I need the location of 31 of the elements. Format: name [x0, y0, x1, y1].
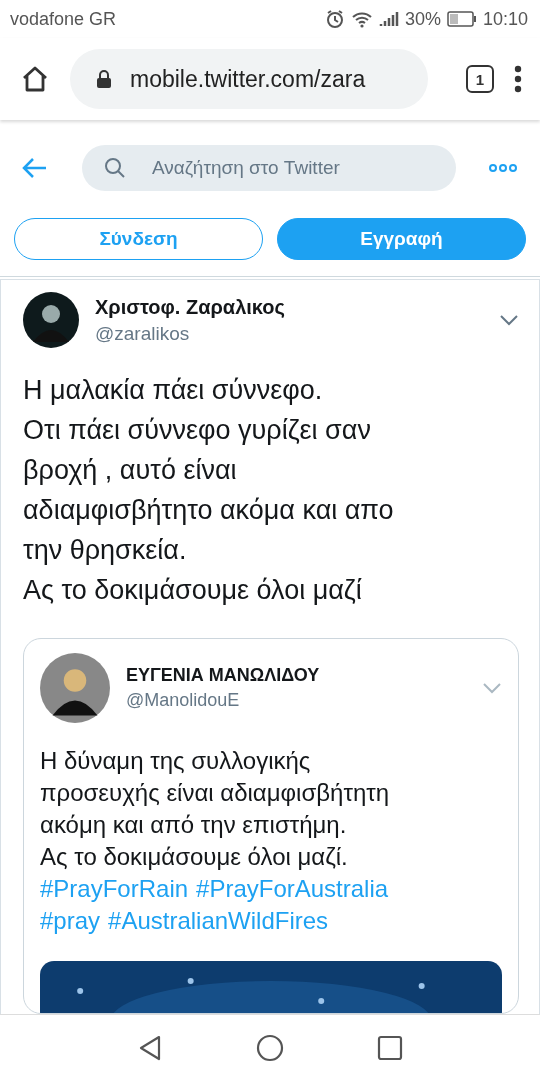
lock-icon	[96, 69, 112, 89]
avatar	[23, 292, 79, 348]
recents-icon[interactable]	[377, 1034, 404, 1061]
more-icon[interactable]	[514, 65, 522, 93]
back-arrow-icon[interactable]	[22, 157, 48, 179]
signup-button[interactable]: Εγγραφή	[277, 218, 526, 260]
battery-icon	[446, 11, 477, 27]
login-button[interactable]: Σύνδεση	[14, 218, 263, 260]
avatar	[40, 653, 110, 723]
hashtag-link[interactable]: #pray	[40, 905, 101, 937]
battery-percentage: 30%	[404, 8, 441, 30]
chevron-icon[interactable]	[499, 314, 519, 326]
hashtag-link[interactable]: #AustralianWildFires	[108, 905, 329, 937]
address-bar[interactable]: mobile.twitter.com/zara	[70, 49, 428, 109]
signal-icon	[378, 10, 399, 28]
search-field[interactable]: Αναζήτηση στο Twitter	[82, 145, 456, 191]
alarm-icon	[324, 9, 345, 29]
tab-count[interactable]: 1	[466, 65, 494, 93]
quoted-tweet[interactable]: ΕΥΓΕΝΙΑ ΜΑΝΩΛΙΔΟΥ @ManolidouE Η δύναμη της συλλογικής προσευχής είναι αδιαμφισβήτητη ακόμη και από την επιστήμη. Ας το δοκιμάσουμε όλοι μαζί. #PrayForRain #PrayForAustralia #pray #AustralianWildFires	[23, 638, 519, 1014]
carrier-name: vodafone GR	[10, 8, 117, 30]
wifi-icon	[350, 10, 373, 28]
author-handle[interactable]: @zaralikos	[95, 322, 483, 345]
hashtag-link[interactable]: #PrayForRain	[40, 873, 189, 905]
author-name[interactable]: Χριστοφ. Ζαραλικος	[95, 295, 483, 319]
author-handle[interactable]: @ManolidouE	[126, 690, 466, 711]
clock-time: 10:10	[482, 8, 528, 30]
author-name[interactable]: ΕΥΓΕΝΙΑ ΜΑΝΩΛΙΔΟΥ	[126, 665, 466, 686]
hashtag-link[interactable]: #PrayForAustralia	[196, 873, 389, 905]
quoted-tweet-text: Η δύναμη της συλλογικής προσευχής είναι αδιαμφισβήτητη ακόμη και από την επιστήμη. Ας το δοκιμάσουμε όλοι μαζί.	[40, 746, 391, 872]
tweet-text: Η μαλακία πάει σύννεφο. Οτι πάει σύννεφο γυρίζει σαν βροχή , αυτό είναι αδιαμφισβήτητο ακόμα και απο την θρησκεία. Ας το δοκιμάσουμε όλοι μαζί	[23, 374, 395, 607]
home-icon[interactable]	[256, 1033, 284, 1062]
